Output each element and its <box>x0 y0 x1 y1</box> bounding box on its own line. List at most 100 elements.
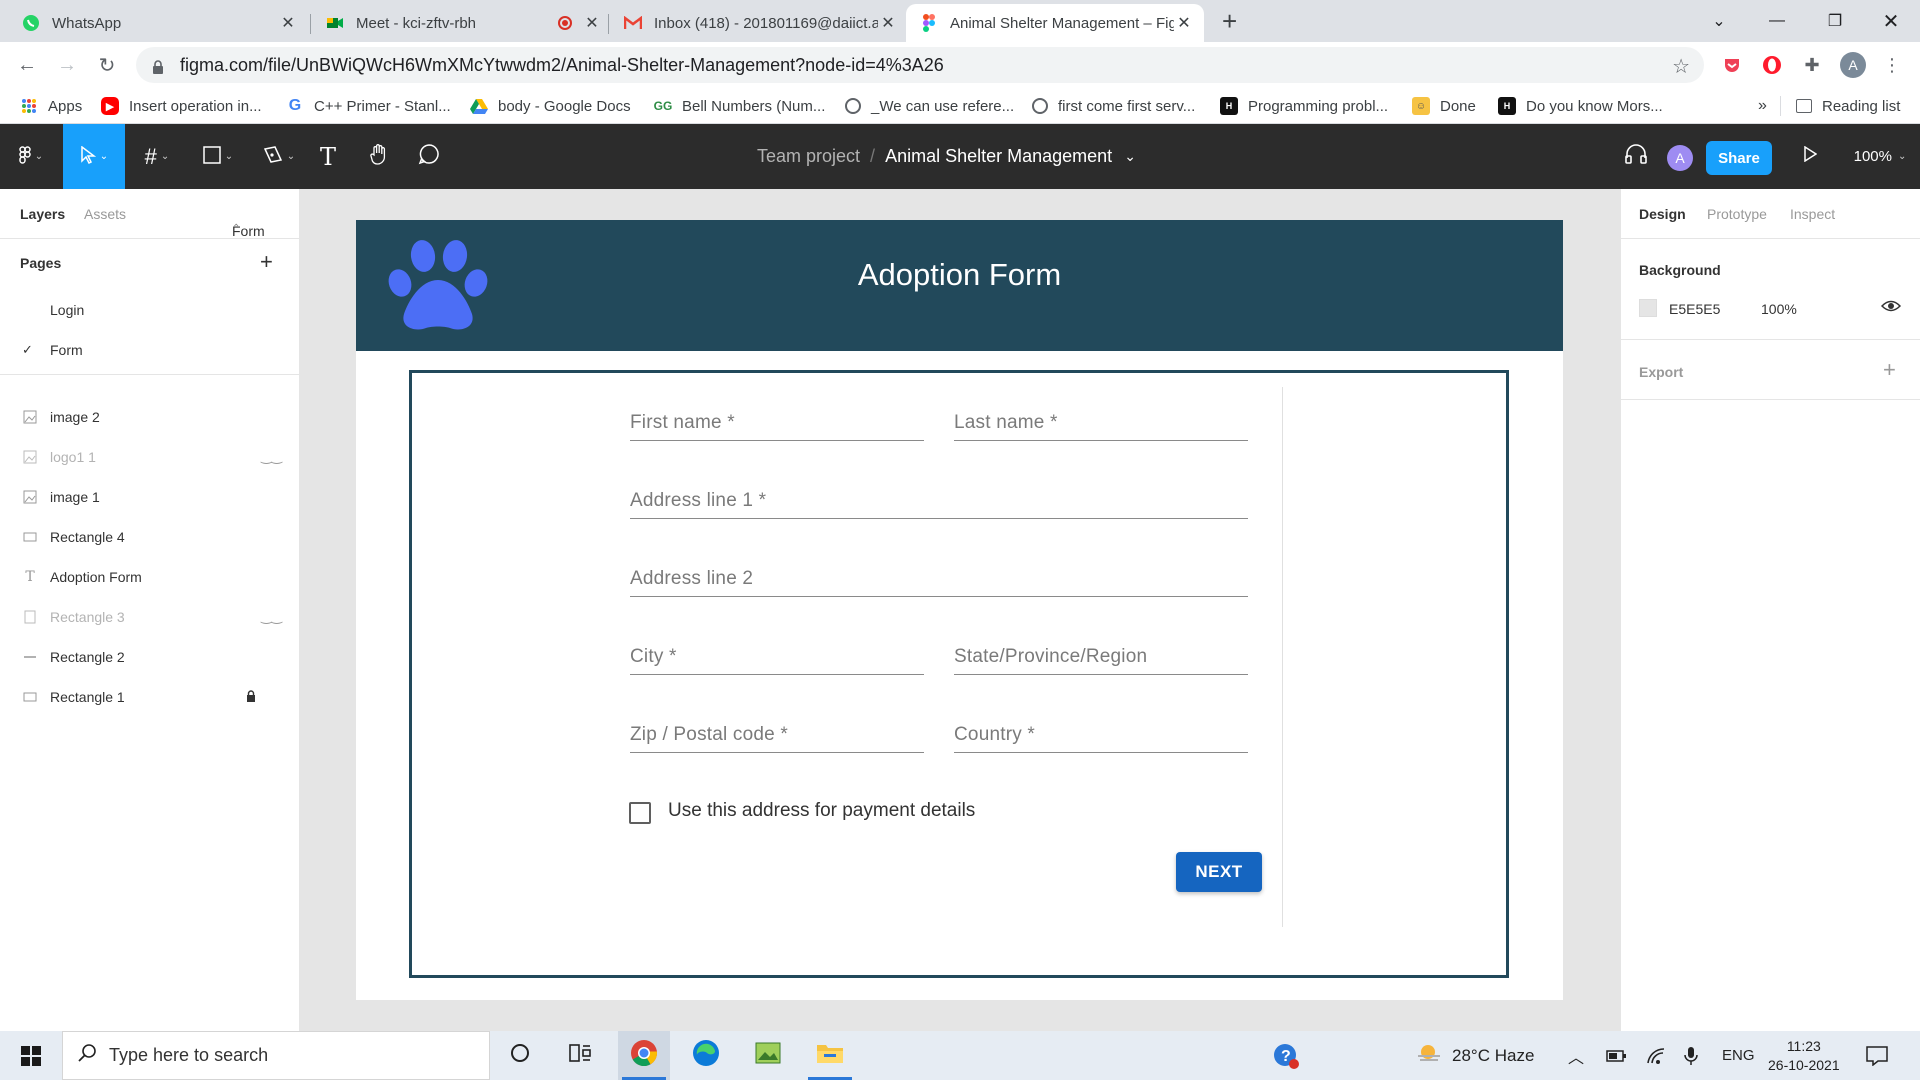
close-window-icon[interactable]: ✕ <box>1862 0 1920 42</box>
background-opacity-value[interactable]: 100% <box>1761 301 1797 317</box>
page-item-form[interactable]: ✓ Form <box>0 334 300 366</box>
reading-list-button[interactable]: Reading list <box>1796 95 1900 117</box>
collaborator-avatar[interactable]: A <box>1667 145 1693 171</box>
background-hex-value[interactable]: E5E5E5 <box>1669 301 1720 317</box>
layer-item[interactable]: Rectangle 4 <box>0 517 300 557</box>
file-name[interactable]: Animal Shelter Management <box>885 146 1112 167</box>
layer-item[interactable]: image 1 <box>0 477 300 517</box>
layer-item[interactable]: T Adoption Form <box>0 557 300 597</box>
pen-tool-button[interactable]: ⌄ <box>254 124 304 189</box>
form-frame[interactable]: Adoption Form First name * Last name * A… <box>356 220 1563 1000</box>
background-color-swatch[interactable] <box>1639 299 1657 317</box>
bookmark-gfg[interactable]: GG Bell Numbers (Num... <box>654 95 826 117</box>
pocket-extension-icon[interactable] <box>1720 53 1744 77</box>
tab-assets[interactable]: Assets <box>84 206 126 222</box>
extensions-puzzle-icon[interactable]: ✚ <box>1800 53 1824 77</box>
country-field[interactable]: Country * <box>954 699 1248 753</box>
comment-tool-button[interactable] <box>414 124 444 189</box>
bookmark-google[interactable]: G C++ Primer - Stanl... <box>286 95 451 117</box>
move-tool-button[interactable]: ⌄ <box>63 124 125 189</box>
close-tab-icon[interactable]: ✕ <box>278 13 298 33</box>
bookmark-star-icon[interactable]: ☆ <box>1672 54 1690 79</box>
bookmark-hackerrank-2[interactable]: H Do you know Mors... <box>1498 95 1663 117</box>
payment-address-label[interactable]: Use this address for payment details <box>668 800 975 822</box>
start-button[interactable] <box>0 1031 62 1080</box>
minimize-icon[interactable]: — <box>1748 0 1806 42</box>
close-tab-icon[interactable]: ✕ <box>1174 13 1194 33</box>
hand-tool-button[interactable] <box>364 124 394 189</box>
help-tray-icon[interactable]: ? <box>1272 1031 1300 1080</box>
tab-gmail[interactable]: Inbox (418) - 201801169@daiict.ac.in ✕ <box>610 4 908 42</box>
bookmark-hackerrank[interactable]: H Programming probl... <box>1220 95 1388 117</box>
file-breadcrumb[interactable]: Team project / Animal Shelter Management… <box>757 124 1136 189</box>
visibility-eye-icon[interactable] <box>1880 298 1902 319</box>
bookmark-web-2[interactable]: first come first serv... <box>1032 95 1195 117</box>
tab-whatsapp[interactable]: WhatsApp ✕ <box>8 4 308 42</box>
clock[interactable]: 11:23 26-10-2021 <box>1768 1031 1840 1080</box>
lock-icon[interactable] <box>246 689 256 705</box>
layer-item[interactable]: Rectangle 2 <box>0 637 300 677</box>
zoom-menu[interactable]: 100% ⌄ <box>1848 124 1912 189</box>
address-line-2-field[interactable]: Address line 2 <box>630 543 1248 597</box>
address-bar[interactable]: figma.com/file/UnBWiQWcH6WmXMcYtwwdm2/An… <box>136 47 1704 83</box>
language-indicator[interactable]: ENG <box>1722 1031 1755 1080</box>
bookmark-apps[interactable]: Apps <box>20 95 82 117</box>
tab-inspect[interactable]: Inspect <box>1790 206 1835 222</box>
bookmark-done[interactable]: ☺ Done <box>1412 95 1476 117</box>
bookmark-drive[interactable]: body - Google Docs <box>470 95 631 117</box>
tab-search-chevron-icon[interactable]: ⌄ <box>1690 0 1748 42</box>
state-field[interactable]: State/Province/Region <box>954 621 1248 675</box>
restore-icon[interactable]: ❐ <box>1806 0 1864 42</box>
microphone-icon[interactable] <box>1684 1031 1698 1080</box>
tab-meet[interactable]: Meet - kci-zftv-rbh ✕ <box>312 4 612 42</box>
shape-tool-button[interactable]: ⌄ <box>193 124 243 189</box>
page-item-login[interactable]: Login <box>0 294 300 326</box>
layer-item[interactable]: logo1 1 ‿‿ <box>0 437 300 477</box>
layer-item[interactable]: Rectangle 3 ‿‿ <box>0 597 300 637</box>
payment-address-checkbox[interactable] <box>629 802 651 824</box>
forward-icon[interactable]: → <box>53 51 81 79</box>
browser-menu-icon[interactable]: ⋮ <box>1880 53 1904 77</box>
bookmark-youtube[interactable]: ▶ Insert operation in... <box>101 95 262 117</box>
opera-extension-icon[interactable] <box>1760 53 1784 77</box>
tab-design[interactable]: Design <box>1639 206 1686 222</box>
add-page-icon[interactable]: + <box>260 249 273 275</box>
chevron-down-icon[interactable]: ⌄ <box>1124 148 1136 165</box>
share-button[interactable]: Share <box>1706 141 1772 175</box>
city-field[interactable]: City * <box>630 621 924 675</box>
address-line-1-field[interactable]: Address line 1 * <box>630 465 1248 519</box>
first-name-field[interactable]: First name * <box>630 387 924 441</box>
show-hidden-icons-chevron-icon[interactable]: ︿ <box>1568 1031 1584 1080</box>
battery-icon[interactable] <box>1606 1031 1628 1080</box>
task-view-button[interactable] <box>554 1031 606 1080</box>
layer-item[interactable]: Rectangle 1 <box>0 677 300 717</box>
taskbar-search-box[interactable]: Type here to search <box>62 1031 490 1080</box>
taskbar-chrome[interactable] <box>618 1031 670 1080</box>
next-button[interactable]: NEXT <box>1176 852 1262 892</box>
bookmark-web[interactable]: _We can use refere... <box>845 95 1014 117</box>
tab-prototype[interactable]: Prototype <box>1707 206 1767 222</box>
notifications-icon[interactable] <box>1866 1031 1888 1080</box>
frame-tool-button[interactable]: # ⌄ <box>132 124 182 189</box>
weather-widget[interactable]: 28°C Haze <box>1416 1031 1534 1080</box>
close-tab-icon[interactable]: ✕ <box>878 13 898 33</box>
design-canvas[interactable]: Adoption Form First name * Last name * A… <box>300 189 1620 1031</box>
taskbar-app-3[interactable] <box>742 1031 794 1080</box>
zip-field[interactable]: Zip / Postal code * <box>630 699 924 753</box>
figma-main-menu-button[interactable]: ⌄ <box>0 124 62 189</box>
close-tab-icon[interactable]: ✕ <box>582 13 602 33</box>
eye-hidden-icon[interactable]: ‿‿ <box>261 449 282 465</box>
taskbar-edge[interactable] <box>680 1031 732 1080</box>
add-export-icon[interactable]: + <box>1883 357 1896 383</box>
tab-layers[interactable]: Layers <box>20 206 65 222</box>
audio-headphones-button[interactable] <box>1618 124 1654 189</box>
cortana-button[interactable] <box>494 1031 546 1080</box>
more-bookmarks-button[interactable]: » <box>1758 95 1767 117</box>
text-tool-button[interactable]: T <box>313 124 343 189</box>
new-tab-icon[interactable]: + <box>1222 8 1237 34</box>
team-name[interactable]: Team project <box>757 146 860 167</box>
last-name-field[interactable]: Last name * <box>954 387 1248 441</box>
taskbar-file-explorer[interactable] <box>804 1031 856 1080</box>
tab-figma[interactable]: Animal Shelter Management – Figma ✕ <box>906 4 1204 42</box>
back-icon[interactable]: ← <box>13 51 41 79</box>
